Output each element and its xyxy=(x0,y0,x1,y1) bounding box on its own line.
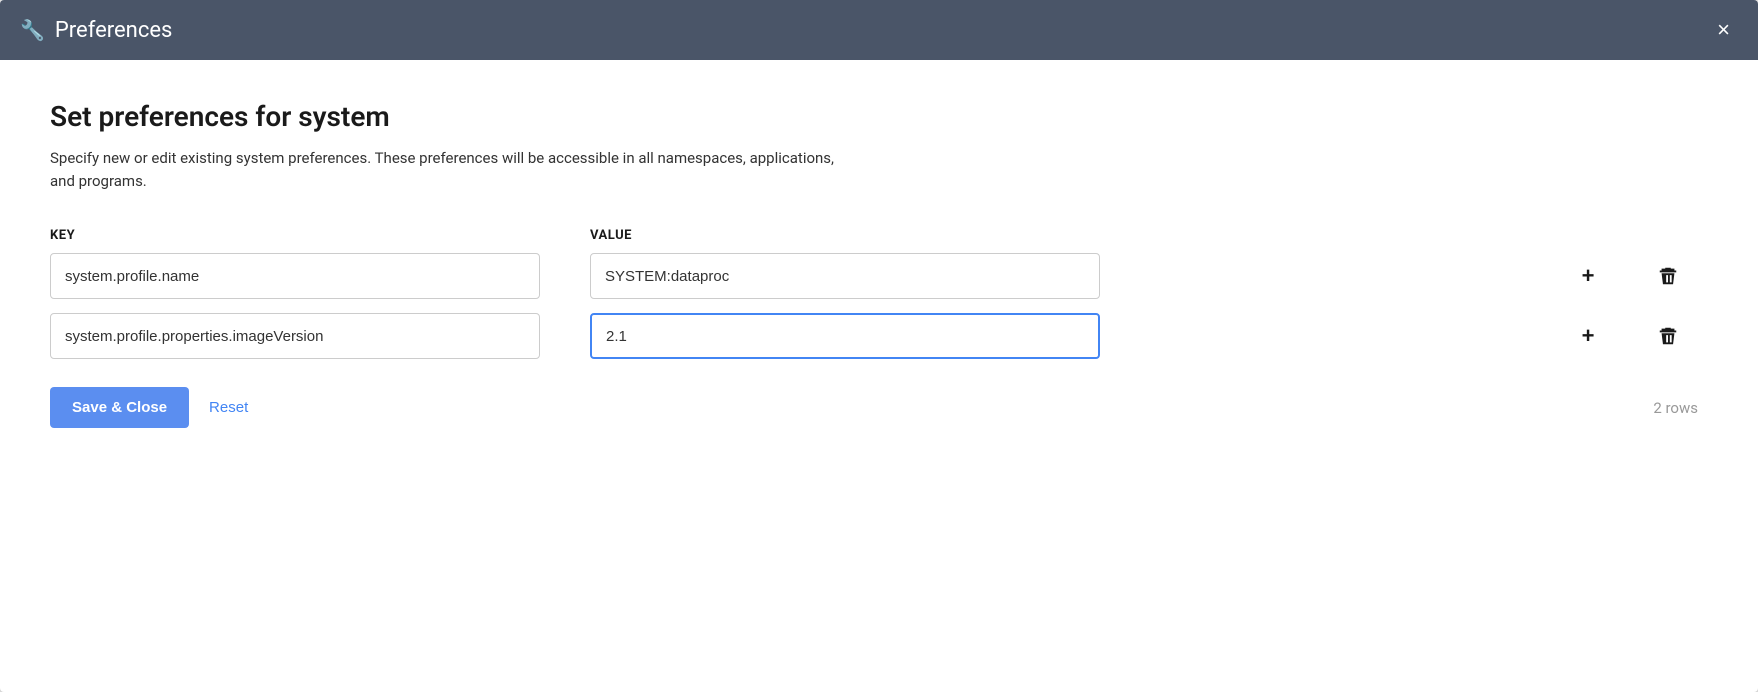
dialog-body: Set preferences for system Specify new o… xyxy=(0,60,1758,692)
dialog-header: 🔧 Preferences × xyxy=(0,0,1758,60)
wrench-icon: 🔧 xyxy=(20,18,45,42)
rows-count: 2 rows xyxy=(1653,399,1708,417)
plus-icon-2: + xyxy=(1582,325,1595,347)
preferences-dialog: 🔧 Preferences × Set preferences for syst… xyxy=(0,0,1758,692)
section-title: Set preferences for system xyxy=(50,100,1708,133)
footer-row: Save & Close Reset 2 rows xyxy=(50,387,1708,428)
close-button[interactable]: × xyxy=(1709,15,1738,45)
table-row: + xyxy=(50,253,1708,299)
delete-row-button-2[interactable] xyxy=(1628,319,1708,353)
delete-row-button-1[interactable] xyxy=(1628,259,1708,293)
dialog-title: Preferences xyxy=(55,18,172,43)
trash-icon-2 xyxy=(1657,325,1679,347)
add-row-button-1[interactable]: + xyxy=(1548,259,1628,293)
table-row: + xyxy=(50,313,1708,359)
table-rows-container: + + xyxy=(50,253,1708,359)
value-input-2[interactable] xyxy=(590,313,1100,359)
add-row-button-2[interactable]: + xyxy=(1548,319,1628,353)
section-description: Specify new or edit existing system pref… xyxy=(50,147,850,192)
key-column-header: KEY xyxy=(50,228,570,243)
key-input-2[interactable] xyxy=(50,313,540,359)
save-close-button[interactable]: Save & Close xyxy=(50,387,189,428)
plus-icon-1: + xyxy=(1582,265,1595,287)
table-header: KEY VALUE xyxy=(50,228,1708,243)
header-left: 🔧 Preferences xyxy=(20,18,172,43)
reset-button[interactable]: Reset xyxy=(209,399,248,416)
footer-left: Save & Close Reset xyxy=(50,387,248,428)
value-input-1[interactable] xyxy=(590,253,1100,299)
value-column-header: VALUE xyxy=(570,228,1548,243)
trash-icon-1 xyxy=(1657,265,1679,287)
key-input-1[interactable] xyxy=(50,253,540,299)
